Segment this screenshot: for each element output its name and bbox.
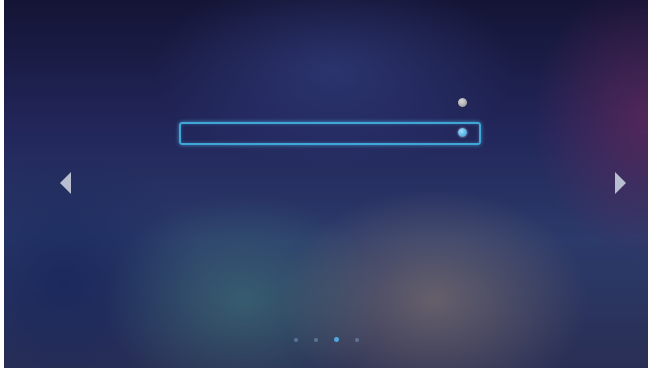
chevron-left-icon[interactable] xyxy=(60,172,71,194)
page-dot-3-active[interactable] xyxy=(333,337,339,342)
list-item[interactable] xyxy=(179,93,481,115)
page-dot-4[interactable] xyxy=(354,338,359,342)
chevron-right-icon[interactable] xyxy=(615,172,626,194)
wallpaper-background xyxy=(4,0,648,368)
page-indicator xyxy=(4,336,648,344)
list-item-selected[interactable] xyxy=(179,122,481,145)
radio-button-selected[interactable] xyxy=(458,128,467,137)
radio-button-unselected[interactable] xyxy=(458,98,467,107)
page-dot-1[interactable] xyxy=(293,338,298,342)
page-dot-2[interactable] xyxy=(313,338,318,342)
